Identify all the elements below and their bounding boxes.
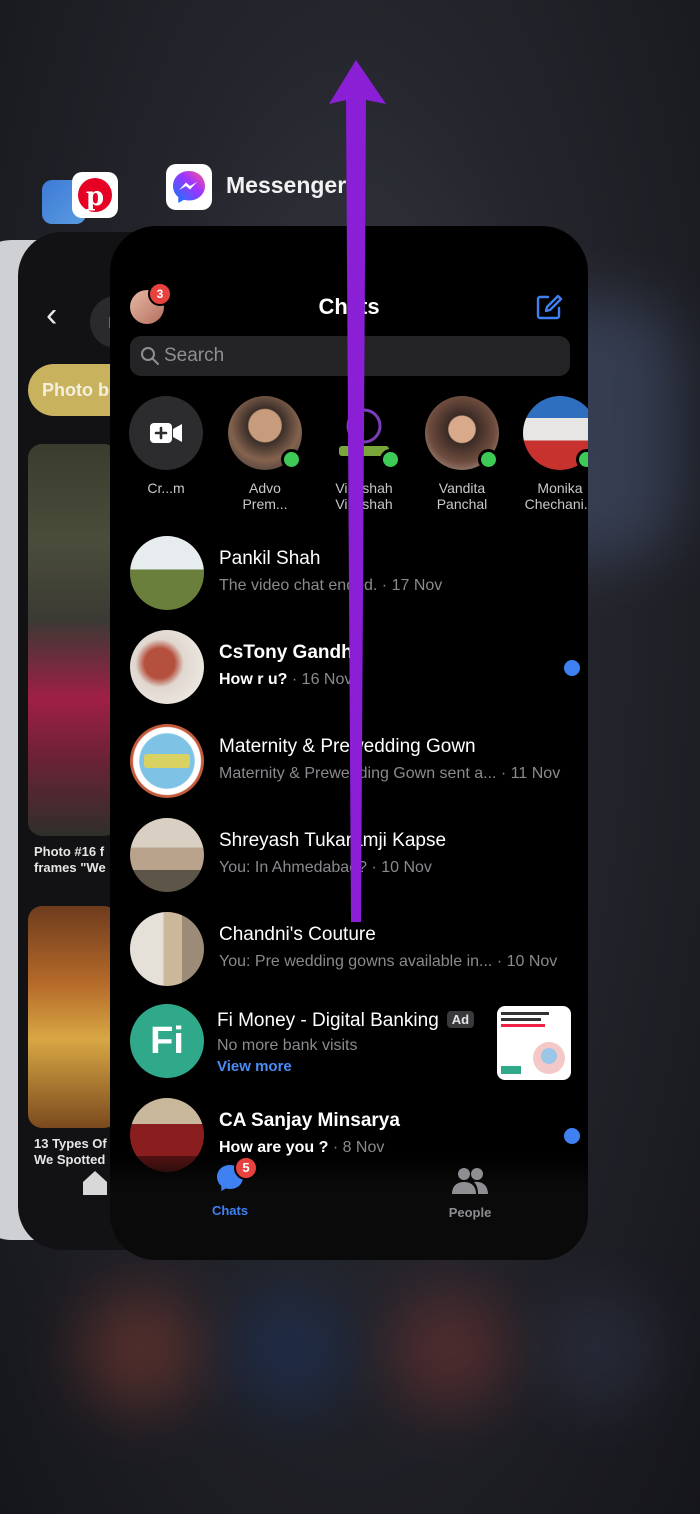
ad-image xyxy=(501,1012,565,1074)
create-room-button[interactable] xyxy=(129,396,203,470)
chat-row[interactable]: Shreyash Tukaramji Kapse You: In Ahmedab… xyxy=(130,818,580,894)
online-indicator xyxy=(380,449,401,470)
story-item[interactable]: Advo Prem... xyxy=(220,396,310,512)
advertiser-logo: Fi xyxy=(130,1004,204,1078)
messenger-logo-icon xyxy=(173,171,205,203)
story-name: Vandita Panchal xyxy=(436,480,488,512)
page-title: Chats xyxy=(318,294,380,319)
online-indicator xyxy=(281,449,302,470)
back-icon: ‹ xyxy=(46,296,58,334)
chat-name: Pankil Shah xyxy=(219,548,321,569)
app-switcher-label: Messenger xyxy=(226,172,347,198)
story-create-room[interactable]: Cr...m xyxy=(121,396,211,496)
chat-preview: You: Pre wedding gowns available in... ·… xyxy=(219,953,558,970)
avatar xyxy=(228,396,302,470)
avatar xyxy=(130,536,204,610)
unread-indicator xyxy=(564,1128,580,1144)
ad-text: No more bank visits xyxy=(217,1037,358,1054)
tab-label: Chats xyxy=(211,1203,249,1218)
search-placeholder: Search xyxy=(164,345,225,366)
svg-text:p: p xyxy=(86,182,104,212)
chats-tab-badge: 5 xyxy=(234,1156,258,1180)
background-blur xyxy=(540,1290,660,1410)
story-name: Vinitshah Vinitshah xyxy=(335,480,393,512)
sponsored-ad-row[interactable]: Fi Fi Money - Digital Banking Ad No more … xyxy=(130,1004,580,1080)
avatar xyxy=(425,396,499,470)
chat-row[interactable]: Pankil Shah The video chat ended. · 17 N… xyxy=(130,536,580,612)
chat-preview: Maternity & Prewedding Gown sent a... · … xyxy=(219,765,561,782)
chat-preview: The video chat ended. · 17 Nov xyxy=(219,577,443,594)
chat-row[interactable]: CsTony Gandhi How r u? · 16 Nov xyxy=(130,630,580,706)
pin-image xyxy=(28,906,118,1128)
story-name: Cr...m xyxy=(147,480,185,496)
ad-title: Fi Money - Digital Banking Ad xyxy=(217,1010,475,1032)
tab-label: People xyxy=(448,1205,492,1220)
tab-people[interactable]: People xyxy=(440,1166,500,1220)
view-more-link[interactable]: View more xyxy=(217,1058,292,1075)
online-indicator xyxy=(478,449,499,470)
home-icon xyxy=(83,1171,107,1195)
messenger-app-card[interactable]: 3 Chats Search Cr...m Advo Prem... Vinit… xyxy=(110,226,588,1260)
compose-icon[interactable] xyxy=(534,292,564,322)
unread-indicator xyxy=(564,660,580,676)
chat-preview: How r u? · 16 Nov xyxy=(219,671,353,688)
chat-row[interactable]: Maternity & Prewedding Gown Maternity & … xyxy=(130,724,580,800)
search-icon xyxy=(141,347,159,365)
chat-row[interactable]: Chandni's Couture You: Pre wedding gowns… xyxy=(130,912,580,988)
business-logo xyxy=(144,754,190,768)
chat-preview: You: In Ahmedabad? · 10 Nov xyxy=(219,859,432,876)
chat-name: CsTony Gandhi xyxy=(219,642,358,663)
tab-bar: 5 Chats People xyxy=(110,1156,588,1260)
pinterest-app-icon[interactable]: p xyxy=(72,172,118,218)
story-item[interactable]: Vinitshah Vinitshah xyxy=(319,396,409,512)
story-name: Monika Chechani... xyxy=(524,480,588,512)
background-blur xyxy=(80,1290,200,1410)
avatar xyxy=(130,912,204,986)
svg-text:Fi: Fi xyxy=(150,1020,184,1062)
background-blur xyxy=(390,1290,510,1410)
tab-chats[interactable]: 5 Chats xyxy=(204,1156,258,1218)
avatar xyxy=(130,630,204,704)
people-icon xyxy=(452,1168,488,1194)
video-camera-plus-icon xyxy=(150,423,182,443)
story-name: Advo Prem... xyxy=(242,480,288,512)
background-blur xyxy=(230,1290,350,1410)
chat-name: CA Sanjay Minsarya xyxy=(219,1110,400,1131)
pinterest-logo-icon: p xyxy=(78,178,112,212)
ad-thumbnail[interactable] xyxy=(497,1006,571,1080)
pin-image xyxy=(28,444,118,836)
online-indicator xyxy=(576,449,588,470)
avatar xyxy=(327,396,401,470)
avatar xyxy=(130,724,204,798)
avatar xyxy=(523,396,588,470)
messenger-app-icon[interactable] xyxy=(166,164,212,210)
chat-name: Shreyash Tukaramji Kapse xyxy=(219,830,447,851)
search-input[interactable]: Search xyxy=(130,336,570,376)
story-item[interactable]: Vandita Panchal xyxy=(417,396,507,512)
chat-name: Chandni's Couture xyxy=(219,924,376,945)
story-item[interactable]: Monika Chechani... xyxy=(515,396,588,512)
fi-logo-icon: Fi xyxy=(150,1020,184,1062)
chat-name: Maternity & Prewedding Gown xyxy=(219,736,476,757)
avatar xyxy=(130,818,204,892)
chat-preview: How are you ? · 8 Nov xyxy=(219,1139,385,1156)
ad-badge: Ad xyxy=(446,1011,475,1028)
